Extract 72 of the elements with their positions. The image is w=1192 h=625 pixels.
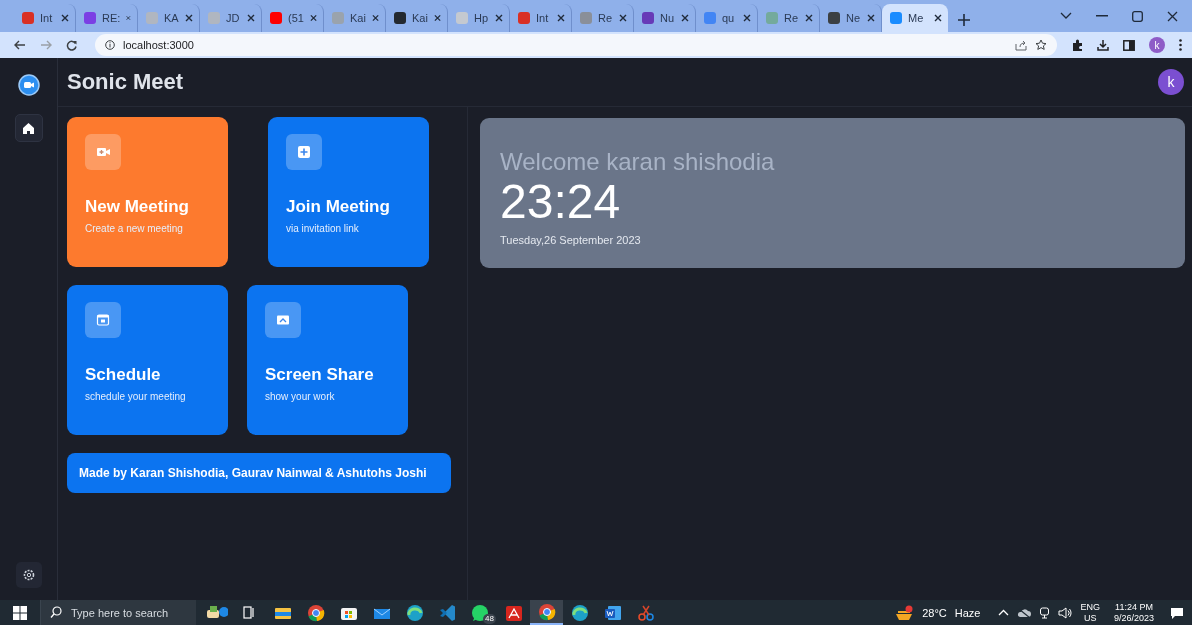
unread-count: 48	[483, 614, 496, 624]
close-icon[interactable]	[619, 14, 627, 22]
card-title: New Meeting	[85, 197, 190, 217]
calendar-icon	[94, 311, 112, 329]
clock-time: 23:24	[500, 178, 622, 226]
close-icon[interactable]	[1167, 10, 1178, 22]
close-icon[interactable]	[185, 14, 193, 22]
clock-text[interactable]: 11:24 PM	[1115, 601, 1153, 613]
close-icon[interactable]	[433, 14, 441, 22]
back-icon[interactable]	[14, 40, 26, 50]
close-icon[interactable]	[934, 14, 942, 22]
address-field[interactable]: localhost:3000	[95, 34, 1057, 56]
info-icon[interactable]	[105, 40, 115, 50]
taskbar-app[interactable]: 48	[464, 600, 497, 625]
app-title: Sonic Meet	[67, 69, 185, 95]
tab-list-icon[interactable]	[1060, 12, 1072, 20]
action-card[interactable]: Screen Share show your work	[247, 285, 408, 435]
date-text: Tuesday,26 September 2023	[500, 234, 642, 246]
minimize-icon[interactable]	[1096, 15, 1108, 17]
card-title: Schedule	[85, 365, 162, 385]
language-text[interactable]: ENG	[1080, 601, 1100, 613]
close-icon[interactable]	[743, 14, 751, 22]
plus-icon	[295, 143, 313, 161]
weather-icon[interactable]	[894, 604, 915, 621]
settings-icon	[22, 569, 35, 581]
card-subtitle: schedule your meeting	[85, 391, 187, 402]
home-button[interactable]	[14, 114, 43, 142]
profile-avatar[interactable]: k	[1149, 37, 1165, 53]
card-subtitle: via invitation link	[286, 223, 360, 234]
close-icon[interactable]	[61, 14, 69, 22]
user-avatar[interactable]: k	[1158, 69, 1184, 95]
date-text[interactable]: 9/26/2023	[1113, 612, 1154, 624]
chevron-up-icon[interactable]	[998, 609, 1010, 616]
card-subtitle: show your work	[265, 391, 336, 402]
close-icon[interactable]	[309, 14, 317, 22]
new-tab-icon[interactable]	[958, 14, 970, 26]
close-icon[interactable]	[805, 14, 813, 22]
taskbar-search-field[interactable]: Type here to search	[40, 600, 196, 625]
card-subtitle: Create a new meeting	[85, 223, 184, 234]
share-icon[interactable]	[1015, 39, 1027, 51]
welcome-text: Welcome karan shishodia	[500, 148, 776, 176]
close-icon[interactable]	[495, 14, 503, 22]
credits-button[interactable]: Made by Karan Shishodia, Gaurav Nainwal & Ashutohs Joshi	[67, 453, 451, 493]
temperature-text[interactable]: 28°C	[922, 606, 947, 619]
browser-tab[interactable]: Me	[882, 4, 948, 32]
action-card[interactable]: Join Meeting via invitation link	[268, 117, 429, 267]
card-title: Screen Share	[265, 365, 375, 385]
close-icon[interactable]	[247, 14, 255, 22]
close-icon[interactable]	[681, 14, 689, 22]
logo-icon[interactable]	[17, 74, 40, 96]
taskbar-app[interactable]	[530, 600, 563, 625]
close-icon[interactable]	[371, 14, 379, 22]
card-title: Join Meeting	[286, 197, 391, 217]
side-panel-icon[interactable]	[1123, 39, 1135, 51]
url-text: localhost:3000	[123, 39, 195, 51]
restore-icon[interactable]	[1132, 10, 1143, 22]
home-icon	[23, 122, 34, 134]
extensions-icon[interactable]	[1071, 39, 1083, 51]
region-text[interactable]: US	[1083, 612, 1097, 624]
volume-icon[interactable]	[1058, 606, 1073, 619]
star-icon[interactable]	[1035, 39, 1047, 51]
notifications-icon[interactable]	[1170, 605, 1184, 620]
close-icon[interactable]	[557, 14, 565, 22]
windows-icon[interactable]	[13, 605, 27, 620]
settings-button[interactable]	[15, 562, 42, 588]
download-icon[interactable]	[1097, 39, 1109, 51]
action-card[interactable]: Schedule schedule your meeting	[67, 285, 228, 435]
reload-icon[interactable]	[66, 39, 77, 51]
close-icon[interactable]	[867, 14, 875, 22]
weather-text[interactable]: Haze	[954, 606, 981, 619]
menu-icon[interactable]	[1179, 39, 1182, 51]
cloud-off-icon[interactable]	[1017, 607, 1032, 618]
